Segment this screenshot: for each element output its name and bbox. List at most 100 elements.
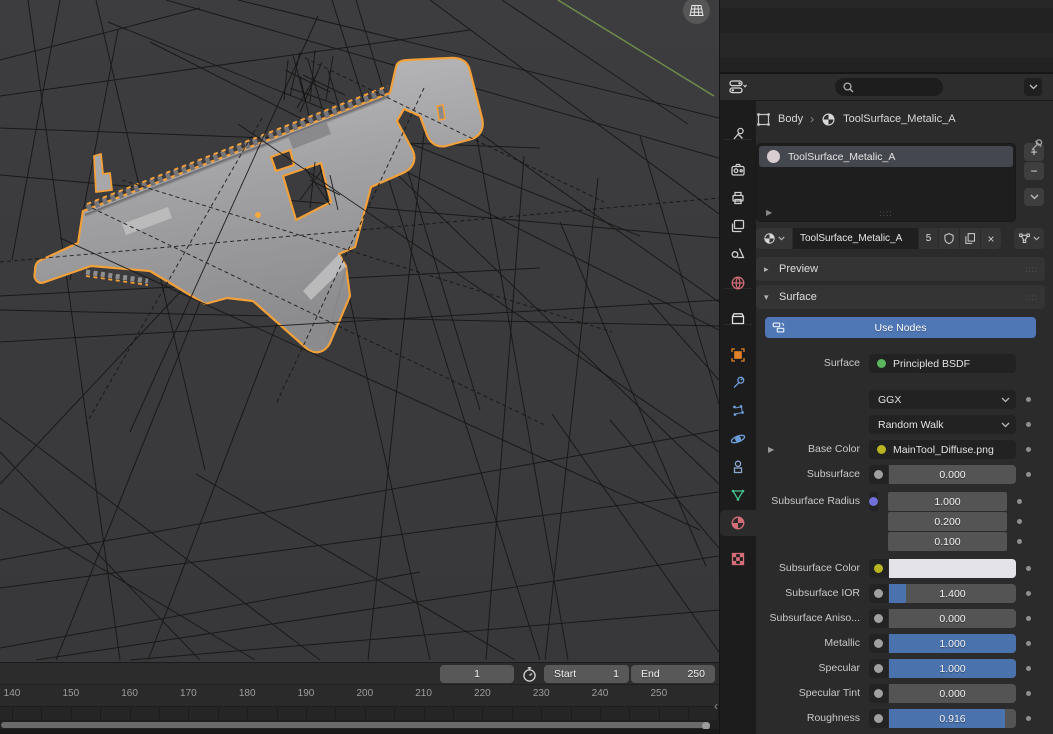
- panel-preview[interactable]: ▸ Preview ::::: [756, 257, 1045, 281]
- gun-model[interactable]: [33, 58, 483, 352]
- current-frame-field[interactable]: 1: [440, 665, 514, 683]
- pin-icon[interactable]: [1029, 137, 1045, 153]
- decorator-dot[interactable]: [1026, 422, 1031, 427]
- slot-specials-menu[interactable]: [1024, 188, 1044, 206]
- color-swatch-subsurface-color[interactable]: [889, 559, 1016, 578]
- timeline-scroll-track[interactable]: [0, 720, 719, 729]
- socket-subsurface-radius[interactable]: [869, 492, 878, 511]
- filter-options-dropdown[interactable]: [1024, 78, 1042, 96]
- list-resize-grip[interactable]: ::::: [880, 209, 893, 218]
- slider-subsurface-radius[interactable]: 0.100: [888, 532, 1007, 551]
- material-slot-selected[interactable]: ToolSurface_Metalic_A: [759, 146, 1013, 167]
- tab-particles[interactable]: [725, 398, 751, 424]
- tab-render[interactable]: [725, 157, 751, 183]
- ruler-frame-label: 140: [4, 688, 21, 699]
- tab-physics[interactable]: [725, 426, 751, 452]
- collapse-arrow-icon[interactable]: ‹: [714, 699, 718, 713]
- decorator-dot[interactable]: [1026, 641, 1031, 646]
- slider-specular[interactable]: 1.000: [889, 659, 1016, 678]
- decorator-dot[interactable]: [1026, 616, 1031, 621]
- slider-roughness[interactable]: 0.916: [889, 709, 1016, 728]
- nodetree-filter-dropdown[interactable]: [1014, 228, 1044, 249]
- tab-object-data[interactable]: [725, 482, 751, 508]
- slider-specular-tint[interactable]: 0.000: [889, 684, 1016, 703]
- decorator-dot[interactable]: [1026, 591, 1031, 596]
- properties-editor-type-icon[interactable]: [729, 80, 747, 94]
- socket-subsurface[interactable]: [869, 465, 888, 484]
- list-expander-icon[interactable]: ▶: [766, 208, 772, 217]
- browse-material-button[interactable]: [756, 228, 792, 249]
- decorator-dot[interactable]: [1017, 519, 1022, 524]
- tab-output[interactable]: [725, 185, 751, 211]
- decorator-dot[interactable]: [1017, 539, 1022, 544]
- material-name-field[interactable]: ToolSurface_Metalic_A: [793, 228, 918, 249]
- field-surface[interactable]: Principled BSDF: [869, 354, 1016, 373]
- material-slot-list[interactable]: ToolSurface_Metalic_A ▶ ::::: [756, 143, 1016, 222]
- decorator-dot[interactable]: [1026, 666, 1031, 671]
- ruler-tick: [159, 707, 160, 721]
- socket-roughness[interactable]: [869, 709, 888, 728]
- duplicate-material-button[interactable]: [960, 228, 980, 249]
- breadcrumb-material[interactable]: ToolSurface_Metalic_A: [843, 113, 956, 125]
- decorator-dot[interactable]: [1017, 499, 1022, 504]
- frame-start-field[interactable]: Start 1: [544, 665, 629, 683]
- remove-slot-button[interactable]: −: [1024, 162, 1044, 180]
- dropdown-ggx[interactable]: GGX: [869, 390, 1016, 409]
- socket-specular[interactable]: [869, 659, 888, 678]
- tab-material[interactable]: [725, 510, 751, 536]
- socket-specular-tint[interactable]: [869, 684, 888, 703]
- tab-constraints[interactable]: [725, 454, 751, 480]
- tab-object[interactable]: [725, 342, 751, 368]
- timeline-ruler[interactable]: 140150160170180190200210220230240250: [0, 685, 719, 706]
- slider-value: 1.000: [888, 492, 1007, 511]
- decorator-dot[interactable]: [1026, 716, 1031, 721]
- ruler-tick: [453, 707, 454, 721]
- 3d-viewport[interactable]: [0, 0, 719, 662]
- socket-subsurface-color[interactable]: [869, 559, 888, 578]
- decorator-dot[interactable]: [1026, 397, 1031, 402]
- tab-world[interactable]: [725, 270, 751, 296]
- stopwatch-icon[interactable]: [521, 666, 538, 683]
- socket-subsurface-aniso[interactable]: [869, 609, 888, 628]
- tab-view-layer[interactable]: [725, 213, 751, 239]
- panel-grip[interactable]: ::::: [1025, 265, 1038, 274]
- slider-subsurface-radius[interactable]: 1.000: [888, 492, 1007, 511]
- slider-metallic[interactable]: 1.000: [889, 634, 1016, 653]
- field-value: MainTool_Diffuse.png: [893, 444, 994, 456]
- tab-texture[interactable]: [725, 546, 751, 572]
- socket-subsurface-ior[interactable]: [869, 584, 888, 603]
- search-input[interactable]: [835, 78, 943, 96]
- slider-subsurface-radius[interactable]: 0.200: [888, 512, 1007, 531]
- outliner-area[interactable]: [720, 0, 1053, 74]
- tab-tool[interactable]: [725, 121, 751, 147]
- panel-surface[interactable]: ▾ Surface ::::: [756, 285, 1045, 309]
- tab-modifiers[interactable]: [725, 370, 751, 396]
- property-label: ▶Base Color: [756, 440, 860, 459]
- tab-collection[interactable]: [725, 306, 751, 332]
- frame-end-field[interactable]: End 250: [631, 665, 715, 683]
- use-nodes-button[interactable]: Use Nodes: [765, 317, 1036, 338]
- socket-metallic[interactable]: [869, 634, 888, 653]
- socket-dot: [874, 639, 883, 648]
- expander-icon[interactable]: ▶: [768, 440, 774, 459]
- slider-subsurface[interactable]: 0.000: [889, 465, 1016, 484]
- breadcrumb-object[interactable]: Body: [778, 113, 803, 125]
- users-count-button[interactable]: 5: [919, 228, 938, 249]
- slider-subsurface-aniso[interactable]: 0.000: [889, 609, 1016, 628]
- render-icon: [730, 162, 746, 178]
- material-slot-name: ToolSurface_Metalic_A: [788, 151, 895, 163]
- panel-grip[interactable]: ::::: [1025, 293, 1038, 302]
- slider-subsurface-ior[interactable]: 1.400: [889, 584, 1016, 603]
- decorator-dot[interactable]: [1026, 566, 1031, 571]
- fake-user-button[interactable]: [939, 228, 959, 249]
- decorator-dot[interactable]: [1026, 472, 1031, 477]
- dropdown-random-walk[interactable]: Random Walk: [869, 415, 1016, 434]
- unlink-material-button[interactable]: ×: [981, 228, 1001, 249]
- timeline-editor[interactable]: 1 Start 1 End 250 1401501601701801902002…: [0, 662, 719, 734]
- decorator-dot[interactable]: [1026, 447, 1031, 452]
- timeline-scrollbar[interactable]: [1, 722, 710, 728]
- tab-scene[interactable]: [725, 240, 751, 266]
- decorator-dot[interactable]: [1026, 691, 1031, 696]
- start-label: Start: [554, 668, 576, 680]
- field-base-color[interactable]: MainTool_Diffuse.png: [869, 440, 1016, 459]
